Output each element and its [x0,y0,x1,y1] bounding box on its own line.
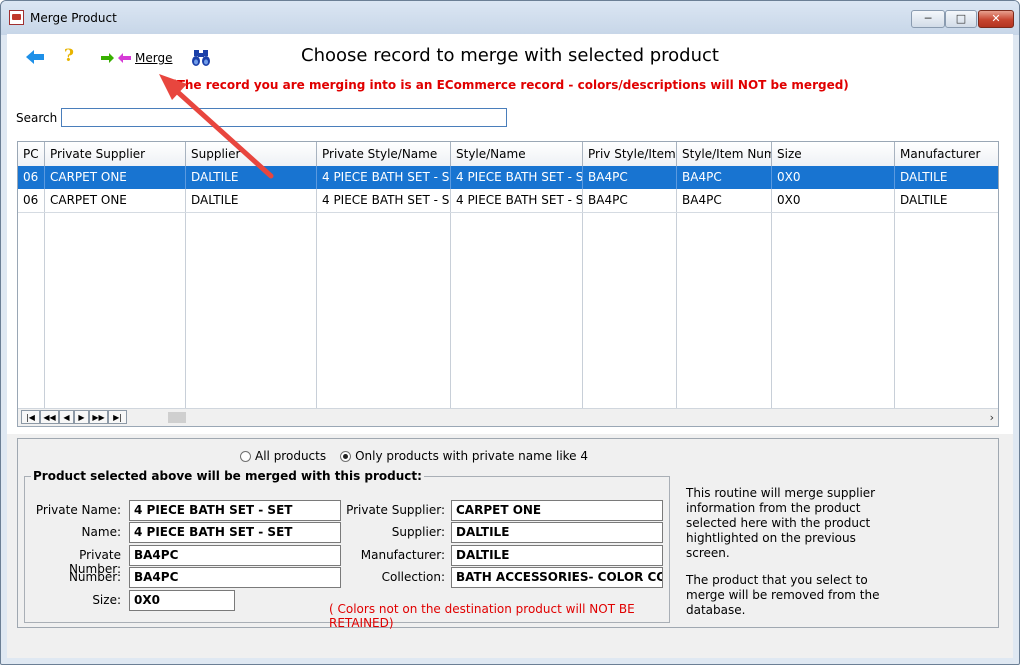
search-label: Search [16,111,58,125]
app-icon [9,10,24,25]
field-value[interactable]: DALTILE [451,545,663,566]
routine-description: This routine will merge supplier informa… [686,486,901,630]
table-cell: DALTILE [895,189,998,212]
table-row[interactable]: 06 CARPET ONE DALTILE 4 PIECE BATH SET - SE… [18,189,998,213]
table-cell: 0X0 [772,166,895,189]
table-cell: 06 [18,189,45,212]
minimize-button[interactable]: ─ [911,10,945,28]
only-products-label: Only products with private name like 4 [355,449,589,463]
description-paragraph-2: The product that you select to merge wil… [686,573,880,617]
last-record-button[interactable]: ▶| [108,410,127,424]
minimize-icon: ─ [924,12,932,25]
horizontal-scroll-thumb[interactable] [168,412,186,423]
colors-note: ( Colors not on the destination product … [329,602,635,630]
table-cell: BA4PC [583,166,677,189]
field-label: Private Name: [35,503,121,517]
column-header-7[interactable]: Size [772,142,895,166]
field-value[interactable]: 4 PIECE BATH SET - SET [129,522,341,543]
column-header-2[interactable]: Supplier [186,142,317,166]
merge-target-group: Product selected above will be merged wi… [24,469,670,630]
field-label: Supplier: [391,525,445,539]
next-page-button[interactable]: ▶▶ [89,410,108,424]
field-label: Collection: [381,570,445,584]
table-cell: DALTILE [186,166,317,189]
filter-options: All products Only products with private … [240,449,602,463]
column-header-8[interactable]: Manufacturer [895,142,998,166]
scroll-right-icon[interactable]: › [990,409,994,426]
close-icon: ✕ [991,12,1001,25]
title-bar[interactable]: Merge Product ─ □ ✕ [1,1,1019,35]
maximize-button[interactable]: □ [945,10,977,28]
field-value[interactable]: CARPET ONE [451,500,663,521]
field-value[interactable]: 0X0 [129,590,235,611]
table-cell: CARPET ONE [45,189,186,212]
table-cell: 4 PIECE BATH SET - SET [451,166,583,189]
group-title: Product selected above will be merged wi… [31,469,424,483]
field-label: Number: [68,570,121,584]
table-cell: BA4PC [583,189,677,212]
first-record-button[interactable]: |◀ [21,410,40,424]
column-header-5[interactable]: Priv Style/Item N [583,142,677,166]
all-products-label: All products [255,449,327,463]
table-cell: DALTILE [186,189,317,212]
description-paragraph-1: This routine will merge supplier informa… [686,486,876,560]
table-row[interactable]: 06 CARPET ONE DALTILE 4 PIECE BATH SET - SE… [18,166,998,189]
field-value[interactable]: 4 PIECE BATH SET - SET [129,500,341,521]
merge-product-window: Merge Product ─ □ ✕ ? Merge Choose recor… [0,0,1020,665]
prev-page-button[interactable]: ◀◀ [40,410,59,424]
window-title: Merge Product [30,11,117,25]
table-cell: 4 PIECE BATH SET - SET [317,166,451,189]
product-grid[interactable]: PC Private Supplier Supplier Private Style/… [17,141,999,427]
field-value[interactable]: BATH ACCESSORIES- COLOR COORD [451,567,663,588]
column-header-1[interactable]: Private Supplier [45,142,186,166]
table-cell: BA4PC [677,189,772,212]
column-header-4[interactable]: Style/Name [451,142,583,166]
field-label: Size: [92,593,121,607]
merge-details-panel: All products Only products with private … [17,438,999,630]
table-cell: 4 PIECE BATH SET - SET [451,189,583,212]
ecommerce-warning: (The record you are merging into is an E… [171,78,849,92]
field-value[interactable]: BA4PC [129,545,341,566]
table-cell: 0X0 [772,189,895,212]
prev-record-button[interactable]: ◀ [59,410,74,424]
table-cell: CARPET ONE [45,166,186,189]
field-value[interactable]: DALTILE [451,522,663,543]
table-cell: 06 [18,166,45,189]
close-button[interactable]: ✕ [978,10,1014,28]
column-header-6[interactable]: Style/Item Num [677,142,772,166]
search-input[interactable] [61,108,507,127]
column-header-3[interactable]: Private Style/Name [317,142,451,166]
field-label: Private Supplier: [346,503,445,517]
only-products-radio[interactable] [340,450,352,462]
maximize-icon: □ [955,12,967,25]
page-title: Choose record to merge with selected pro… [301,45,719,66]
next-record-button[interactable]: ▶ [74,410,89,424]
column-header-0[interactable]: PC [18,142,45,166]
field-label: Name: [81,525,121,539]
table-cell: DALTILE [895,166,998,189]
table-cell: BA4PC [677,166,772,189]
grid-navigator: › |◀ ◀◀ ◀ ▶ ▶▶ ▶| [18,408,998,426]
field-value[interactable]: BA4PC [129,567,341,588]
grid-header: PC Private Supplier Supplier Private Style/… [18,142,998,167]
table-cell: 4 PIECE BATH SET - SET [317,189,451,212]
all-products-radio[interactable] [240,450,251,462]
field-label: Manufacturer: [360,548,445,562]
